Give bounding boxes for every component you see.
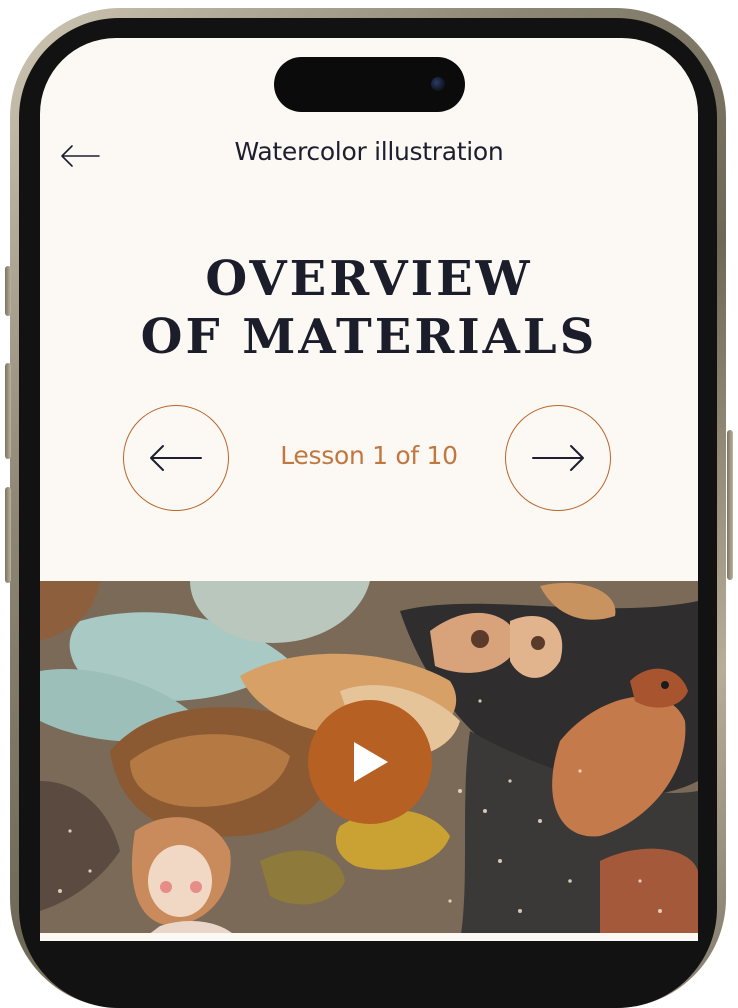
mute-switch — [5, 266, 11, 316]
play-button[interactable] — [308, 700, 432, 824]
lesson-title-line-2: OF MATERIALS — [140, 309, 598, 365]
lesson-counter: Lesson 1 of 10 — [280, 441, 458, 470]
dynamic-island — [274, 57, 465, 112]
camera-icon — [431, 77, 445, 91]
lesson-title: OVERVIEW OF MATERIALS — [40, 250, 698, 366]
video-player[interactable] — [40, 581, 698, 941]
arrow-right-icon — [532, 445, 584, 471]
page-title: Watercolor illustration — [234, 137, 504, 166]
power-button — [727, 430, 733, 580]
arrow-left-icon — [150, 445, 202, 471]
next-lesson-button[interactable] — [505, 405, 611, 511]
play-icon — [354, 742, 388, 782]
volume-up-button — [5, 363, 11, 459]
screen: Watercolor illustration OVERVIEW OF MATE… — [40, 38, 698, 941]
lesson-title-line-1: OVERVIEW — [205, 251, 533, 307]
bottom-strip — [40, 933, 698, 941]
volume-down-button — [5, 487, 11, 583]
